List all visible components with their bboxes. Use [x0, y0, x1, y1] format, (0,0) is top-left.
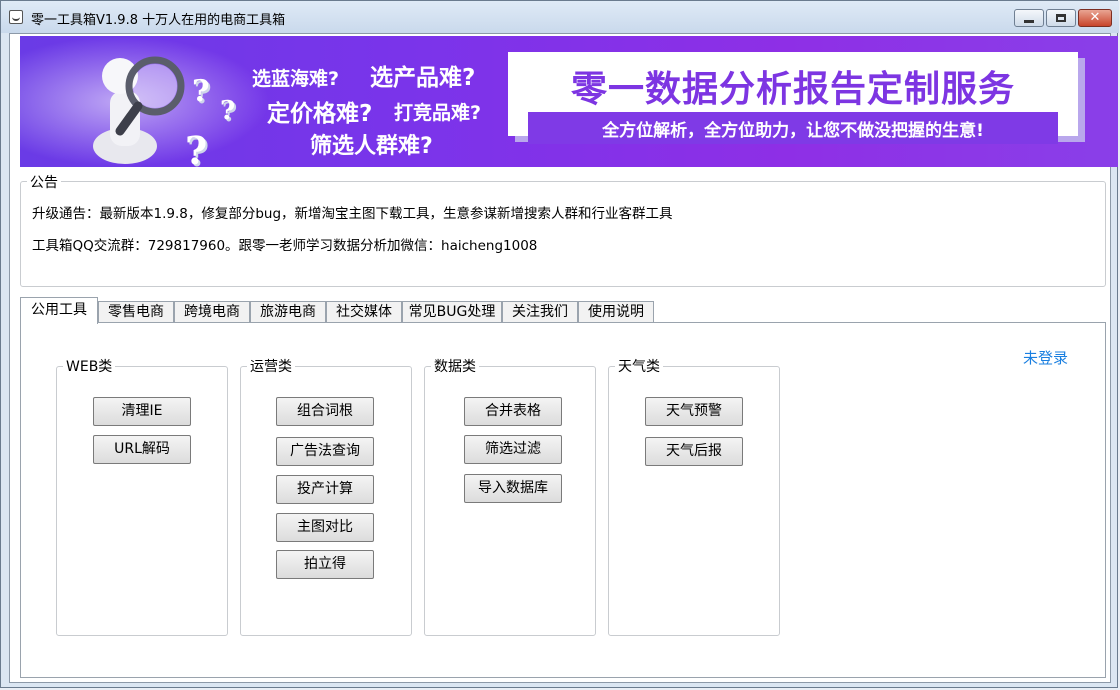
weather-alert-button[interactable]: 天气预警: [645, 397, 743, 426]
maximize-icon: [1056, 14, 1066, 22]
tab-cross-border[interactable]: 跨境电商: [174, 301, 250, 323]
ad-law-query-button[interactable]: 广告法查询: [276, 437, 374, 466]
announcement-line: 工具箱QQ交流群：729817960。跟零一老师学习数据分析加微信：haiche…: [32, 238, 538, 254]
group-weather: 天气类 天气预警 天气后报: [608, 356, 780, 636]
question-mark-icon: ?: [220, 96, 236, 126]
tab-travel[interactable]: 旅游电商: [250, 301, 326, 323]
tab-social-media[interactable]: 社交媒体: [326, 301, 402, 323]
slogan-text: 筛选人群难?: [310, 134, 433, 159]
tab-retail-ecommerce[interactable]: 零售电商: [98, 301, 174, 323]
filter-button[interactable]: 筛选过滤: [464, 435, 562, 464]
slogan-text: 选蓝海难?: [252, 68, 340, 90]
close-icon: ✕: [1089, 10, 1101, 25]
group-title: 运营类: [247, 356, 295, 376]
announcement-label: 公告: [27, 172, 61, 192]
announcement-line: 升级通告：最新版本1.9.8，修复部分bug，新增淘宝主图下载工具，生意参谋新增…: [32, 206, 673, 222]
promo-banner[interactable]: ? ? ? 选蓝海难? 选产品难? 定价格难? 打竞品难? 筛选人群难? 零一数…: [20, 36, 1118, 167]
close-button[interactable]: ✕: [1078, 9, 1112, 27]
question-mark-icon: ?: [192, 74, 210, 109]
minimize-button[interactable]: [1014, 9, 1044, 27]
import-database-button[interactable]: 导入数据库: [464, 474, 562, 503]
banner-subline: 全方位解析，全方位助力，让您不做没把握的生意!: [602, 121, 984, 141]
title-bar[interactable]: 零一工具箱V1.9.8 十万人在用的电商工具箱 ✕: [1, 1, 1119, 33]
tab-instructions[interactable]: 使用说明: [578, 301, 654, 323]
tab-common-tools[interactable]: 公用工具: [20, 297, 98, 324]
polaroid-button[interactable]: 拍立得: [276, 550, 374, 579]
maximize-button[interactable]: [1046, 9, 1076, 27]
group-title: WEB类: [63, 356, 116, 376]
tab-bug-handling[interactable]: 常见BUG处理: [402, 301, 502, 323]
app-window: 零一工具箱V1.9.8 十万人在用的电商工具箱 ✕ ? ? ? 选蓝海难? 选产…: [0, 0, 1119, 688]
tab-panel-common-tools: 未登录 WEB类 清理IE URL解码 运营类 组合词根 广告法查询 投产计算 …: [20, 322, 1106, 678]
slogan-text: 定价格难?: [267, 101, 373, 127]
merge-tables-button[interactable]: 合并表格: [464, 397, 562, 426]
tab-follow-us[interactable]: 关注我们: [502, 301, 578, 323]
slogan-text: 打竞品难?: [394, 102, 482, 124]
group-web: WEB类 清理IE URL解码: [56, 356, 228, 636]
minimize-icon: [1024, 20, 1034, 23]
login-status-link[interactable]: 未登录: [1023, 347, 1068, 368]
group-operations: 运营类 组合词根 广告法查询 投产计算 主图对比 拍立得: [240, 356, 412, 636]
banner-headline: 零一数据分析报告定制服务: [570, 69, 1015, 110]
window-title: 零一工具箱V1.9.8 十万人在用的电商工具箱: [31, 13, 286, 28]
main-client-area: ? ? ? 选蓝海难? 选产品难? 定价格难? 打竞品难? 筛选人群难? 零一数…: [9, 33, 1118, 683]
url-decode-button[interactable]: URL解码: [93, 435, 191, 464]
main-image-compare-button[interactable]: 主图对比: [276, 513, 374, 542]
announcement-box: 公告 升级通告：最新版本1.9.8，修复部分bug，新增淘宝主图下载工具，生意参…: [20, 172, 1106, 287]
clear-ie-button[interactable]: 清理IE: [93, 397, 191, 426]
roi-calc-button[interactable]: 投产计算: [276, 475, 374, 504]
keyword-combine-button[interactable]: 组合词根: [276, 397, 374, 426]
group-data: 数据类 合并表格 筛选过滤 导入数据库: [424, 356, 596, 636]
question-mark-icon: ?: [185, 128, 208, 167]
app-icon: [9, 10, 23, 24]
group-title: 天气类: [615, 356, 663, 376]
magnifier-figure-icon: [93, 56, 185, 164]
group-title: 数据类: [431, 356, 479, 376]
slogan-text: 选产品难?: [370, 65, 476, 91]
weather-history-button[interactable]: 天气后报: [645, 437, 743, 466]
